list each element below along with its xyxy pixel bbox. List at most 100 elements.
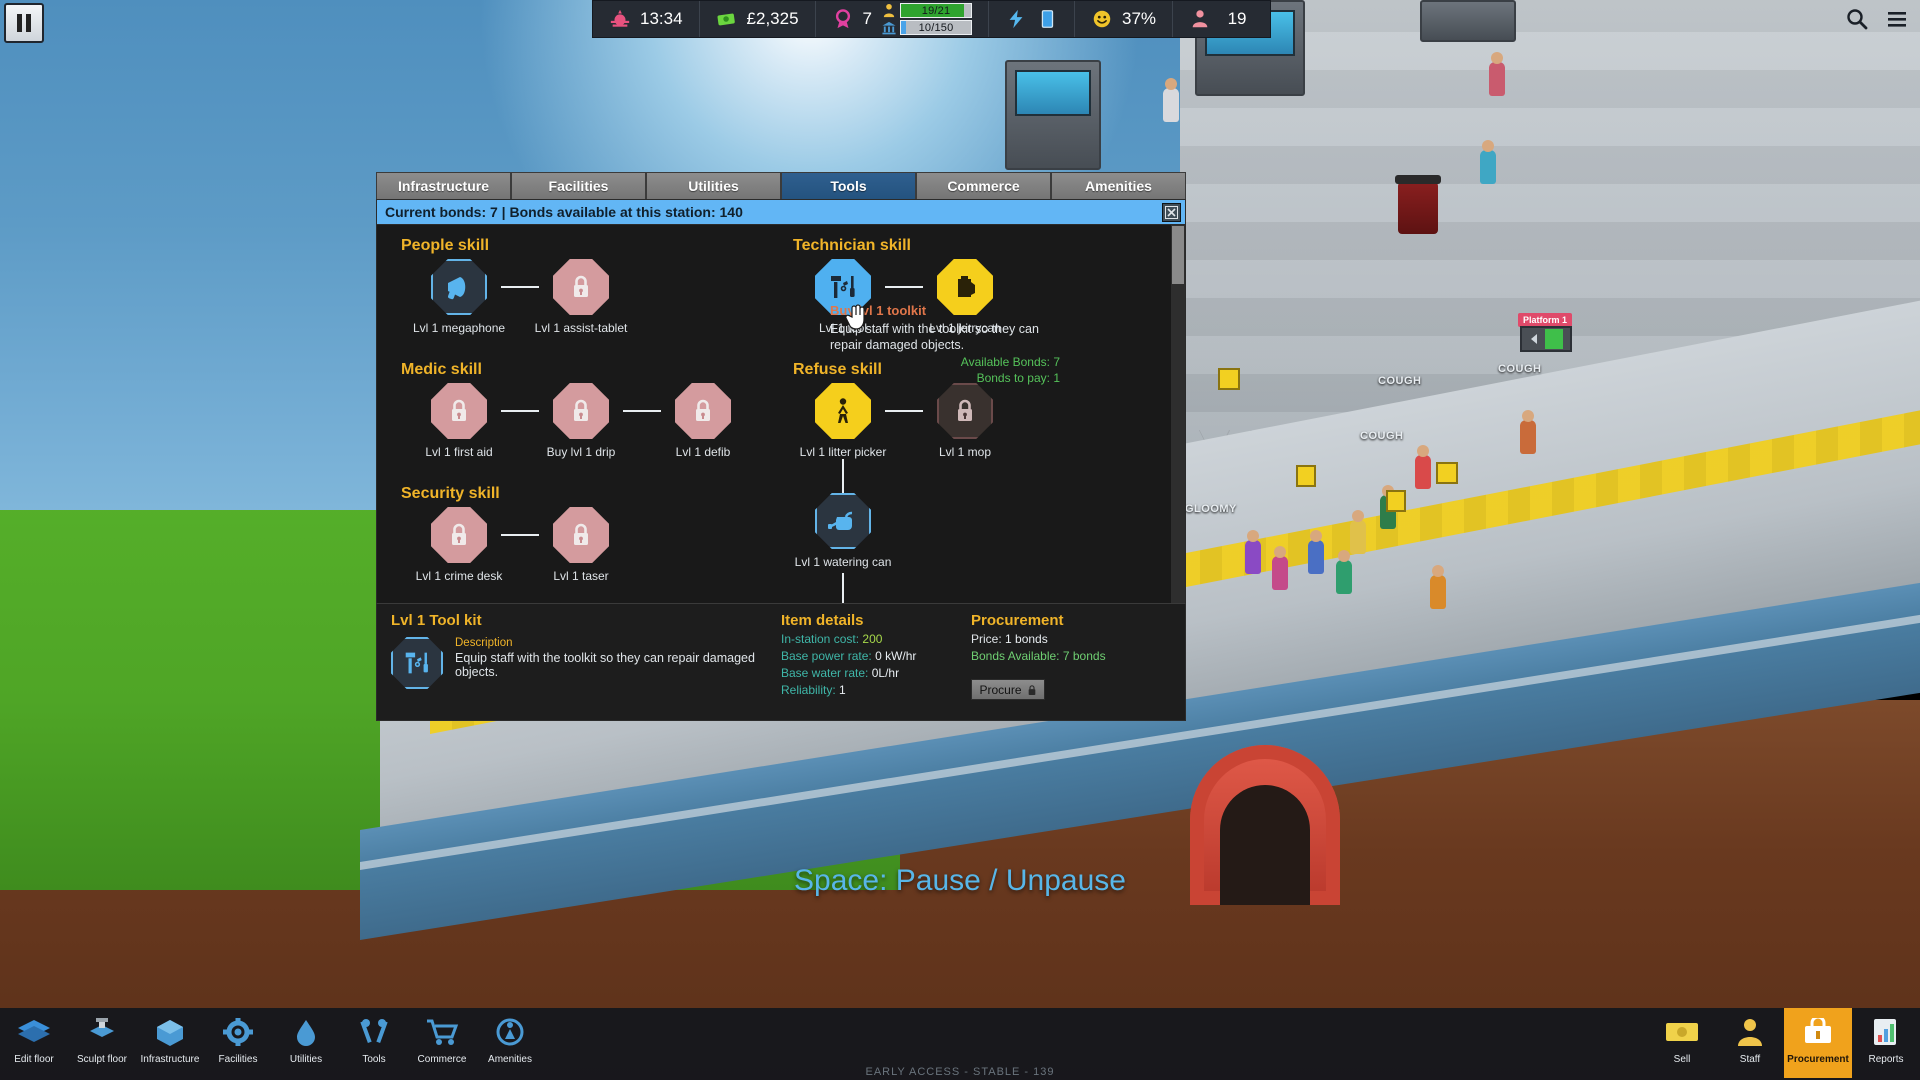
tab-commerce[interactable]: Commerce — [916, 172, 1051, 199]
station-progress-bar: 10/150 — [900, 20, 973, 35]
skill-heading: Medic skill — [401, 361, 482, 378]
skill-node-drip[interactable]: Buy lvl 1 drip — [539, 383, 623, 459]
mood-bubble: GLOOMY — [1185, 503, 1237, 515]
search-button[interactable] — [1842, 4, 1872, 34]
litter-bin[interactable] — [1395, 175, 1441, 234]
detail-label: Base power rate: — [781, 649, 872, 663]
footer-description-label: Description — [455, 637, 513, 649]
node-badge — [675, 383, 731, 439]
edit-floor-icon — [14, 1013, 54, 1051]
skill-node-first-aid[interactable]: Lvl 1 first aid — [417, 383, 501, 459]
mood-bubble: COUGH — [1378, 375, 1422, 387]
skill-node-taser[interactable]: Lvl 1 taser — [539, 507, 623, 583]
skill-node-litter-picker[interactable]: Lvl 1 litter picker — [800, 383, 886, 459]
staff-bar-label: 19/21 — [921, 4, 951, 17]
hud-clock: 13:34 — [593, 1, 700, 37]
node-label: Lvl 1 megaphone — [412, 321, 506, 335]
node-badge — [431, 383, 487, 439]
search-icon — [1847, 9, 1868, 30]
footer-details-column: Item details In-station cost: 200 Base p… — [781, 612, 971, 712]
tab-utilities[interactable]: Utilities — [646, 172, 781, 199]
skill-node-assist-tablet[interactable]: Lvl 1 assist-tablet — [535, 259, 627, 335]
node-label: Lvl 1 watering can — [794, 555, 892, 569]
toolbar-label: Staff — [1739, 1054, 1761, 1065]
skill-node-defib[interactable]: Lvl 1 defib — [661, 383, 745, 459]
dialog-titlebar: Current bonds: 7 | Bonds available at th… — [376, 199, 1186, 225]
npc-passenger — [1272, 546, 1288, 590]
npc-passenger — [1245, 530, 1261, 574]
platform-sign: Platform 1 — [1518, 313, 1573, 327]
skill-node-mop[interactable]: Lvl 1 mop — [923, 383, 1007, 459]
scrollbar-thumb[interactable] — [1172, 226, 1184, 284]
toolkit-icon — [405, 652, 428, 674]
tab-facilities[interactable]: Facilities — [511, 172, 646, 199]
platform-indicator[interactable] — [1520, 326, 1572, 352]
tab-amenities[interactable]: Amenities — [1051, 172, 1186, 199]
bonds-row: Bonds Available: 7 bonds — [971, 649, 1171, 663]
node-badge — [553, 383, 609, 439]
detail-value: 0L/hr — [871, 666, 900, 680]
lock-icon — [452, 523, 466, 545]
tab-tools[interactable]: Tools — [781, 172, 916, 199]
footer-details-title: Item details — [781, 612, 864, 629]
detail-value: 200 — [862, 632, 883, 646]
close-button[interactable] — [1162, 202, 1181, 222]
procurement-dialog: Infrastructure Facilities Utilities Tool… — [376, 172, 1186, 722]
commerce-icon — [422, 1013, 462, 1051]
passenger-icon — [1192, 10, 1208, 28]
wall-panel — [1420, 0, 1516, 42]
node-label: Lvl 1 mop — [938, 445, 992, 459]
tree-connector — [501, 286, 539, 288]
detail-row: Base power rate: 0 kW/hr — [781, 649, 971, 663]
lock-icon — [1028, 684, 1035, 695]
lock-icon — [696, 399, 710, 421]
node-badge — [937, 383, 993, 439]
toolbar-label: Utilities — [289, 1054, 323, 1065]
amenities-icon — [490, 1013, 530, 1051]
npc-passenger — [1350, 510, 1366, 554]
item-detail-footer: Lvl 1 Tool kit Description Equip staff w… — [376, 603, 1186, 721]
station-bar-label: 10/150 — [918, 21, 954, 34]
skill-heading: Technician skill — [793, 237, 911, 254]
tree-connector-vertical — [842, 573, 844, 603]
pause-button[interactable] — [4, 3, 44, 43]
procure-button[interactable]: Procure — [971, 679, 1045, 700]
sign-icon — [1218, 368, 1240, 390]
skill-node-watering-can[interactable]: Lvl 1 watering can — [795, 493, 891, 569]
cash-icon — [717, 13, 735, 26]
clock-value: 13:34 — [640, 9, 683, 28]
toolbar-label: Tools — [362, 1054, 386, 1065]
lightning-icon — [1009, 9, 1023, 29]
skill-node-megaphone[interactable]: Lvl 1 megaphone — [413, 259, 505, 335]
lock-icon — [574, 523, 588, 545]
utilities-icon — [286, 1013, 326, 1051]
ticket-machine[interactable] — [1005, 60, 1101, 170]
skill-node-crime-desk[interactable]: Lvl 1 crime desk — [415, 507, 503, 583]
detail-label: Base water rate: — [781, 666, 869, 680]
money-value: £2,325 — [746, 9, 799, 28]
footer-description-text: Equip staff with the toolkit so they can… — [455, 651, 755, 679]
tooltip-available-bonds: Available Bonds: 7 — [830, 355, 1060, 369]
tree-connector-vertical — [842, 459, 844, 493]
detail-value: 1 — [839, 683, 846, 697]
close-icon — [1165, 205, 1178, 219]
hud-award: 7 19/21 10/150 — [816, 1, 990, 37]
staff-progress-bar: 19/21 — [900, 3, 973, 18]
npc-passenger — [1520, 410, 1536, 454]
npc-passenger — [1430, 565, 1446, 609]
hud-happiness: 37% — [1075, 1, 1174, 37]
footer-item-icon — [391, 637, 443, 689]
dialog-title: Current bonds: 7 | Bonds available at th… — [385, 204, 743, 220]
toolbar-label: Procurement — [1787, 1054, 1849, 1065]
tab-infrastructure[interactable]: Infrastructure — [376, 172, 511, 199]
detail-label: Reliability: — [781, 683, 836, 697]
toolbar-label: Sell — [1673, 1054, 1691, 1065]
footer-item-column: Lvl 1 Tool kit Description Equip staff w… — [391, 612, 781, 712]
menu-button[interactable] — [1882, 4, 1912, 34]
skill-tree-scrollbar[interactable] — [1171, 225, 1185, 603]
node-label: Buy lvl 1 drip — [546, 445, 616, 459]
node-label: Lvl 1 crime desk — [415, 569, 503, 583]
sign-icon — [1436, 462, 1458, 484]
toolbar-label: Reports — [1868, 1054, 1904, 1065]
toolbar-label: Commerce — [417, 1054, 467, 1065]
